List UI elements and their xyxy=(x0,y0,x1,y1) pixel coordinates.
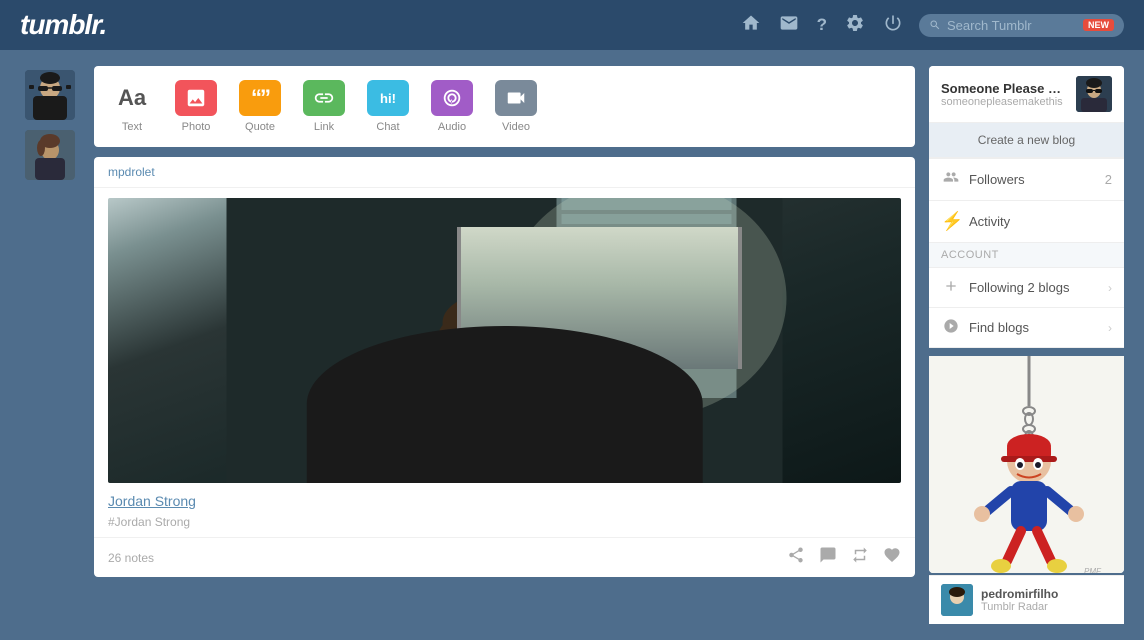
find-blogs-link[interactable]: Find blogs › xyxy=(929,308,1124,348)
find-blogs-icon xyxy=(941,318,961,337)
followers-stat[interactable]: Followers 2 xyxy=(929,159,1124,201)
search-bar: new xyxy=(919,14,1124,37)
radar-tag: Tumblr Radar xyxy=(981,601,1112,613)
power-icon[interactable] xyxy=(883,13,903,38)
post-photo xyxy=(108,198,901,483)
nav-icons: ? xyxy=(741,13,903,38)
photo-post-button[interactable]: Photo xyxy=(174,80,218,133)
account-section-header: ACCOUNT xyxy=(929,243,1124,268)
blog-name: Someone Please M... xyxy=(941,81,1068,96)
radar-card: PMF + xyxy=(929,356,1124,573)
text-post-button[interactable]: Aa Text xyxy=(110,80,154,133)
post-body: Jordan Strong #Jordan Strong xyxy=(94,483,915,537)
following-arrow: › xyxy=(1108,281,1112,295)
svg-text:PMF: PMF xyxy=(1084,567,1102,573)
radar-bottom[interactable]: pedromirfilho Tumblr Radar xyxy=(929,575,1124,624)
left-sidebar xyxy=(20,66,80,624)
radar-image: PMF xyxy=(929,356,1124,573)
quote-post-button[interactable]: “” Quote xyxy=(238,80,282,133)
center-feed: Aa Text Photo “” Quote Link xyxy=(94,66,915,624)
create-blog-button[interactable]: Create a new blog xyxy=(929,123,1124,158)
main: Aa Text Photo “” Quote Link xyxy=(0,50,1144,640)
blog-avatar[interactable] xyxy=(1076,76,1112,112)
followers-count: 2 xyxy=(1105,172,1112,187)
help-icon[interactable]: ? xyxy=(817,15,827,35)
mail-icon[interactable] xyxy=(779,13,799,38)
radar-username: pedromirfilho xyxy=(981,587,1112,601)
avatar-1[interactable] xyxy=(25,70,75,120)
post-username[interactable]: mpdrolet xyxy=(108,165,155,179)
following-icon xyxy=(941,278,961,297)
right-sidebar: Someone Please M... someonepleasemakethi… xyxy=(929,66,1124,624)
blog-header: Someone Please M... someonepleasemakethi… xyxy=(929,66,1124,123)
avatar-2[interactable] xyxy=(25,130,75,180)
post-composer: Aa Text Photo “” Quote Link xyxy=(94,66,915,147)
post-notes: 26 notes xyxy=(108,551,154,565)
settings-icon[interactable] xyxy=(845,13,865,38)
activity-label: Activity xyxy=(969,214,1112,229)
comment-icon[interactable] xyxy=(819,546,837,569)
activity-icon: ⚡ xyxy=(941,211,961,232)
reblog-icon[interactable] xyxy=(851,546,869,569)
new-badge: new xyxy=(1083,19,1114,31)
post-tag: #Jordan Strong xyxy=(108,515,190,529)
post-title[interactable]: Jordan Strong xyxy=(108,493,901,509)
activity-stat[interactable]: ⚡ Activity xyxy=(929,201,1124,243)
post-card: mpdrolet xyxy=(94,157,915,577)
blog-url: someonepleasemakethis xyxy=(941,96,1068,108)
logo: tumblr. xyxy=(20,9,106,41)
post-header: mpdrolet xyxy=(94,157,915,188)
audio-post-button[interactable]: Audio xyxy=(430,80,474,133)
radar-bottom-avatar xyxy=(941,584,973,616)
followers-label: Followers xyxy=(969,172,1097,187)
header: tumblr. ? new xyxy=(0,0,1144,50)
chat-post-button[interactable]: hi! Chat xyxy=(366,80,410,133)
home-icon[interactable] xyxy=(741,13,761,38)
post-footer: 26 notes xyxy=(94,537,915,577)
following-link[interactable]: Following 2 blogs › xyxy=(929,268,1124,308)
like-icon[interactable] xyxy=(883,546,901,569)
link-post-button[interactable]: Link xyxy=(302,80,346,133)
find-blogs-arrow: › xyxy=(1108,321,1112,335)
post-actions xyxy=(787,546,901,569)
share-icon[interactable] xyxy=(787,546,805,569)
followers-icon xyxy=(941,169,961,190)
following-label: Following 2 blogs xyxy=(969,280,1100,295)
video-post-button[interactable]: Video xyxy=(494,80,538,133)
blog-info: Someone Please M... someonepleasemakethi… xyxy=(941,81,1068,108)
radar-bottom-info: pedromirfilho Tumblr Radar xyxy=(981,587,1112,613)
post-image-container xyxy=(94,188,915,483)
find-blogs-label: Find blogs xyxy=(969,320,1100,335)
search-input[interactable] xyxy=(947,18,1077,33)
